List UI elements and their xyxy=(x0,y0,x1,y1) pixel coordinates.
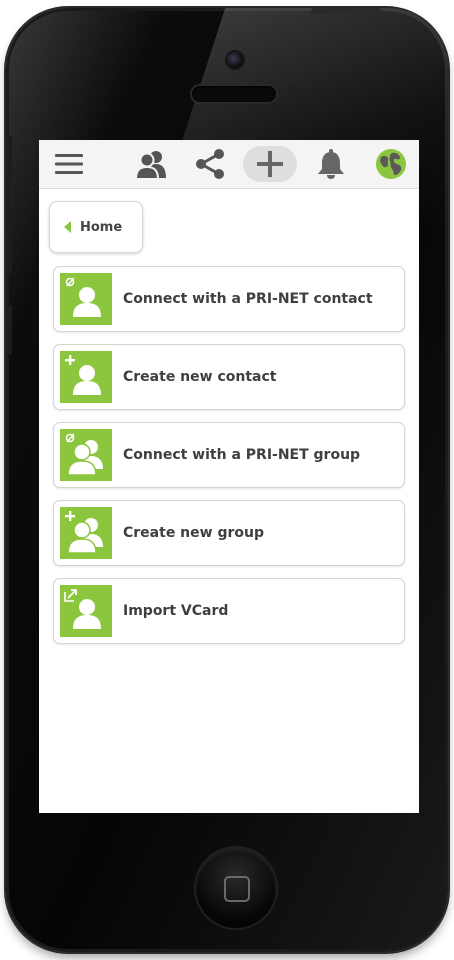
add-group-icon xyxy=(60,507,112,559)
connect-contact-icon xyxy=(60,273,112,325)
hardware-home-button xyxy=(196,848,276,928)
back-arrow-icon xyxy=(64,221,71,233)
menu-item-label: Import VCard xyxy=(123,603,229,619)
power-button xyxy=(311,8,381,14)
earpiece-speaker xyxy=(192,86,276,102)
create-group-item[interactable]: Create new group xyxy=(53,500,405,566)
mute-switch xyxy=(6,136,12,180)
import-vcard-icon xyxy=(60,585,112,637)
top-toolbar xyxy=(39,140,419,189)
app-screen: Home Connect with a PRI-NET contact Crea… xyxy=(39,140,419,813)
menu-item-label: Connect with a PRI-NET group xyxy=(123,447,361,463)
share-icon[interactable] xyxy=(189,146,231,182)
import-vcard-item[interactable]: Import VCard xyxy=(53,578,405,644)
connect-contact-item[interactable]: Connect with a PRI-NET contact xyxy=(53,266,405,332)
home-back-button[interactable]: Home xyxy=(49,201,143,253)
contacts-icon[interactable] xyxy=(131,146,173,182)
connect-group-item[interactable]: Connect with a PRI-NET group xyxy=(53,422,405,488)
add-icon[interactable] xyxy=(243,146,297,182)
volume-down-button xyxy=(6,306,12,354)
connect-group-icon xyxy=(60,429,112,481)
menu-item-label: Create new contact xyxy=(123,369,277,385)
menu-icon[interactable] xyxy=(49,146,89,182)
menu-item-label: Create new group xyxy=(123,525,264,541)
add-contact-icon xyxy=(60,351,112,403)
bell-icon[interactable] xyxy=(311,146,351,182)
action-menu: Connect with a PRI-NET contact Create ne… xyxy=(53,266,405,656)
menu-item-label: Connect with a PRI-NET contact xyxy=(123,291,373,307)
home-label: Home xyxy=(80,219,123,235)
create-contact-item[interactable]: Create new contact xyxy=(53,344,405,410)
globe-icon[interactable] xyxy=(371,146,411,182)
volume-up-button xyxy=(6,226,12,274)
front-camera xyxy=(227,52,243,68)
